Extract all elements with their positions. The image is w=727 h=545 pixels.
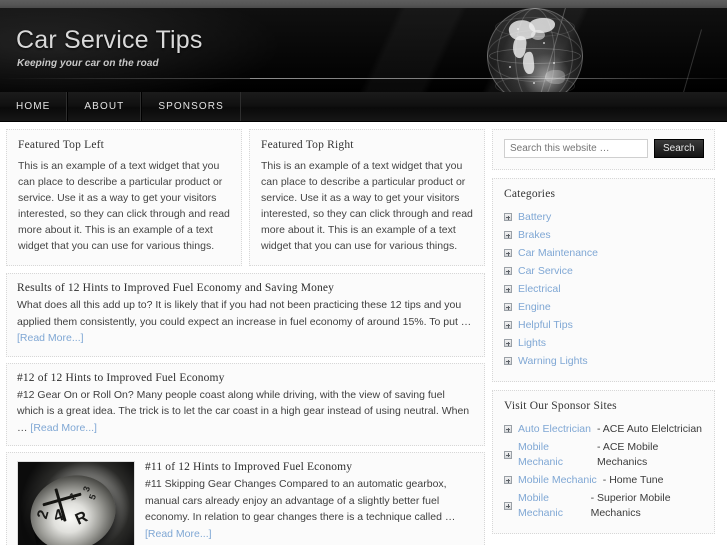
category-link[interactable]: Car Service [518,264,573,279]
category-link[interactable]: Battery [518,210,551,225]
post-body: #11 of 12 Hints to Improved Fuel Economy… [145,461,474,545]
post-title[interactable]: #11 of 12 Hints to Improved Fuel Economy [145,461,474,473]
list-bullet-icon [504,501,512,510]
search-button[interactable]: Search [654,139,704,158]
categories-list: Battery Brakes Car Maintenance Car Servi… [504,208,703,370]
post-excerpt-text: What does all this add up to? It is like… [17,299,472,328]
read-more-link[interactable]: [Read More...] [17,332,84,344]
sponsors-title: Visit Our Sponsor Sites [504,400,617,412]
post-excerpt: #11 Skipping Gear Changes Compared to an… [145,476,474,542]
list-bullet-icon [504,267,512,275]
post-excerpt: #12 Gear On or Roll On? Many people coas… [17,387,474,437]
site-tagline: Keeping your car on the road [17,58,159,69]
post-body: #12 of 12 Hints to Improved Fuel Economy… [17,372,474,437]
post-title[interactable]: #12 of 12 Hints to Improved Fuel Economy [17,372,474,384]
post-excerpt: What does all this add up to? It is like… [17,297,474,347]
list-bullet-icon [504,339,512,347]
list-bullet-icon [504,425,512,433]
category-link[interactable]: Warning Lights [518,354,588,369]
list-item[interactable]: Mobile Mechanic - ACE Mobile Mechanics [504,438,703,471]
list-item[interactable]: Brakes [504,226,703,244]
header-light-ray-diagonal-2 [678,29,703,92]
post-excerpt-text: #11 Skipping Gear Changes Compared to an… [145,478,456,523]
list-item[interactable]: Car Service [504,262,703,280]
list-bullet-icon [504,321,512,329]
list-bullet-icon [504,249,512,257]
list-item[interactable]: Warning Lights [504,352,703,370]
main-content: Featured Top Left This is an example of … [6,129,485,545]
category-link[interactable]: Electrical [518,282,561,297]
featured-top-right-title: Featured Top Right [261,139,354,151]
sponsors-list: Auto Electrician - ACE Auto Elelctrician… [504,420,703,522]
post-thumbnail-gear-shift[interactable]: 2 4 R 1 3 5 [17,461,135,545]
list-item[interactable]: Battery [504,208,703,226]
list-item[interactable]: Car Maintenance [504,244,703,262]
globe-graphic [487,8,603,92]
sponsor-link[interactable]: Mobile Mechanic [518,473,597,488]
category-link[interactable]: Brakes [518,228,551,243]
list-bullet-icon [504,303,512,311]
category-link[interactable]: Car Maintenance [518,246,598,261]
nav-item-sponsors[interactable]: SPONSORS [141,92,241,121]
search-widget: Search [492,129,715,170]
post-title[interactable]: Results of 12 Hints to Improved Fuel Eco… [17,282,474,294]
category-link[interactable]: Lights [518,336,546,351]
page-body: Featured Top Left This is an example of … [0,122,727,545]
categories-widget: Categories Battery Brakes Car Maintenanc… [492,178,715,382]
read-more-link[interactable]: [Read More...] [145,528,212,540]
sponsor-link[interactable]: Mobile Mechanic [518,491,585,521]
list-bullet-icon [504,450,512,459]
post-item: 2 4 R 1 3 5 #11 of 12 Hints to Improved … [6,452,485,545]
sidebar: Search Categories Battery Brakes Car Mai… [492,129,715,545]
nav-item-about[interactable]: ABOUT [67,92,142,121]
sponsor-suffix: - ACE Auto Elelctrician [596,422,702,435]
post-item: #12 of 12 Hints to Improved Fuel Economy… [6,362,485,446]
sponsors-widget: Visit Our Sponsor Sites Auto Electrician… [492,390,715,534]
sponsor-link[interactable]: Auto Electrician [518,422,591,437]
list-item[interactable]: Lights [504,334,703,352]
search-input[interactable] [504,139,648,158]
featured-top-right-widget: Featured Top Right This is an example of… [249,129,485,266]
category-link[interactable]: Helpful Tips [518,318,573,333]
list-bullet-icon [504,285,512,293]
categories-title: Categories [504,188,556,200]
featured-widgets-row: Featured Top Left This is an example of … [6,129,485,266]
globe-icon [487,8,583,92]
list-item[interactable]: Electrical [504,280,703,298]
list-item[interactable]: Helpful Tips [504,316,703,334]
list-bullet-icon [504,357,512,365]
list-item[interactable]: Engine [504,298,703,316]
site-title: Car Service Tips [16,26,203,54]
read-more-link[interactable]: [Read More...] [30,422,97,434]
sponsor-suffix: - ACE Mobile Mechanics [597,440,659,468]
list-bullet-icon [504,231,512,239]
site-header: Car Service Tips Keeping your car on the… [0,8,727,92]
header-light-ray-horizontal [0,78,727,79]
nav-item-home[interactable]: HOME [0,92,68,121]
post-item: Results of 12 Hints to Improved Fuel Eco… [6,273,485,357]
search-form: Search [504,139,704,158]
sponsor-suffix: - Home Tune [602,473,664,486]
featured-top-right-text: This is an example of a text widget that… [261,160,473,252]
sponsor-suffix: - Superior Mobile Mechanics [590,491,671,519]
featured-top-left-widget: Featured Top Left This is an example of … [6,129,242,266]
main-navigation: HOME ABOUT SPONSORS [0,92,727,122]
post-body: Results of 12 Hints to Improved Fuel Eco… [17,282,474,347]
sponsor-link[interactable]: Mobile Mechanic [518,440,591,470]
list-bullet-icon [504,476,512,484]
featured-top-left-text: This is an example of a text widget that… [18,160,230,252]
featured-top-left-title: Featured Top Left [18,139,105,151]
list-item[interactable]: Auto Electrician - ACE Auto Elelctrician [504,420,703,438]
category-link[interactable]: Engine [518,300,551,315]
list-bullet-icon [504,213,512,221]
top-strip [0,0,727,8]
list-item[interactable]: Mobile Mechanic - Superior Mobile Mechan… [504,489,703,522]
list-item[interactable]: Mobile Mechanic - Home Tune [504,471,703,489]
